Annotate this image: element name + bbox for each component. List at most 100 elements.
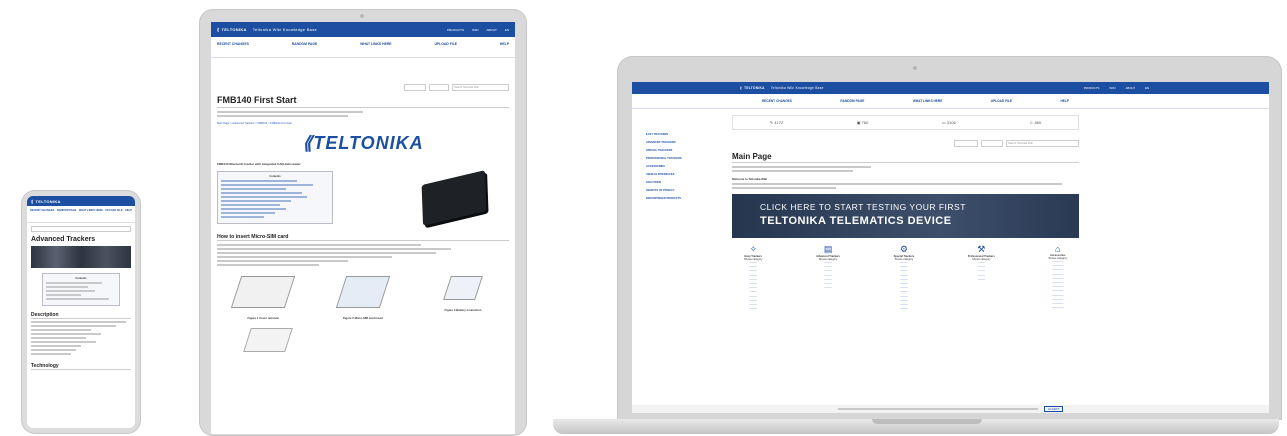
tablet-breadcrumb[interactable]: Main Page > Advanced Trackers > FMB140 >… <box>217 122 509 125</box>
tablet-logo[interactable]: ⟪ TELTONIKA Teltonika Wiki Knowledge Base <box>217 27 317 32</box>
figure-cover-removal: Figure 1 Cover removal <box>223 276 303 320</box>
accessories-icon: ⌂ <box>1055 244 1061 254</box>
header-products[interactable]: PRODUCTS <box>447 28 464 32</box>
cookie-accept-button[interactable]: ACCEPT <box>1043 406 1064 412</box>
nav-what-links[interactable]: WHAT LINKS HERE <box>360 42 391 52</box>
sidebar-discontinued[interactable]: DISCONTINUED PRODUCTS <box>646 195 726 203</box>
sidebar-accessories[interactable]: ACCESSORIES <box>646 163 726 171</box>
advanced-tracker-icon: ▤ <box>823 244 833 254</box>
sidebar-advanced-trackers[interactable]: ADVANCED TRACKERS <box>646 139 726 147</box>
phone-nav-recent[interactable]: RECENT CHANGES <box>30 209 54 219</box>
tablet-intro: FMB140 Bluetooth tracker with integrated… <box>217 162 301 166</box>
laptop-nav: RECENT CHANGES RANDOM PAGE WHAT LINKS HE… <box>632 94 1269 109</box>
category-special-trackers[interactable]: ⚙ Special Trackers Shows category ──── ──… <box>894 244 914 311</box>
laptop-page-title: Main Page <box>732 152 1079 163</box>
phone-nav-upload[interactable]: UPLOAD FILE <box>105 209 122 219</box>
category-professional-trackers[interactable]: ⚒ Professional Trackers Shows category ─… <box>968 244 995 311</box>
tablet-toc: Contents <box>217 171 333 224</box>
tablet-toc-title: Contents <box>269 175 281 178</box>
tablet-search-input[interactable]: Search Teltonika Wiki <box>452 84 509 91</box>
site-name: Teltonika Wiki Knowledge Base <box>770 86 824 90</box>
logo-icon: ⟪ <box>740 86 743 90</box>
site-name: Teltonika Wiki Knowledge Base <box>252 27 318 32</box>
phone-search-input[interactable] <box>31 226 131 232</box>
tablet-brand-logo: ⟪TELTONIKA <box>217 133 509 154</box>
banner-line2: TELTONIKA TELEMATICS DEVICE <box>760 215 952 227</box>
figure-sim-insert: Figure 2 Micro-SIM card insert <box>323 276 403 320</box>
nav-help[interactable]: HELP <box>1060 99 1069 108</box>
nav-help[interactable]: HELP <box>500 42 509 52</box>
stat-users: ☺ 869 <box>1029 120 1041 125</box>
phone-screen: ⟪ TELTONIKA RECENT CHANGES RANDOM PAGE WH… <box>27 196 135 428</box>
sidebar-vehicle-interfaces[interactable]: VEHICLE INTERFACES <box>646 171 726 179</box>
logo-text: TELTONIKA <box>313 133 424 153</box>
sidebar-objects-of-privacy[interactable]: OBJECTS OF PRIVACY <box>646 187 726 195</box>
laptop-main: ✎ 4172 ▣ 760 ▭ 3106 ☺ 869 Search Teltoni… <box>726 109 1269 311</box>
laptop-view-select[interactable] <box>954 140 978 147</box>
stat-files: ▭ 3106 <box>942 120 956 125</box>
phone-nav-help[interactable]: HELP <box>125 209 132 219</box>
laptop-header: ⟪ TELTONIKA Teltonika Wiki Knowledge Base … <box>632 82 1269 94</box>
laptop-logo[interactable]: ⟪ TELTONIKA Teltonika Wiki Knowledge Base <box>740 86 824 90</box>
laptop-welcome: Welcome to Teltonika Wiki <box>732 177 767 181</box>
phone-toc: Contents <box>42 273 120 306</box>
teltonika-logo-icon: ⟪ <box>302 133 314 153</box>
brand-name: TELTONIKA <box>35 198 61 204</box>
header-about[interactable]: ABOUT <box>1125 86 1135 90</box>
nav-recent-changes[interactable]: RECENT CHANGES <box>217 42 249 52</box>
laptop-tools-select[interactable] <box>981 140 1003 147</box>
logo-icon: ⟪ <box>217 27 220 32</box>
nav-upload[interactable]: UPLOAD FILE <box>434 42 457 52</box>
phone-section-description: Description <box>31 312 131 319</box>
phone-logo[interactable]: ⟪ TELTONIKA <box>31 199 61 204</box>
sidebar-professional-trackers[interactable]: PROFESSIONAL TRACKERS <box>646 155 726 163</box>
header-products[interactable]: PRODUCTS <box>1084 86 1100 90</box>
nav-random-page[interactable]: RANDOM PAGE <box>840 99 864 108</box>
easy-tracker-icon: ✧ <box>749 244 757 254</box>
pencil-icon: ✎ <box>769 120 774 125</box>
phone-nav-links[interactable]: WHAT LINKS HERE <box>79 209 103 219</box>
tablet-device-photo <box>343 170 509 226</box>
category-advanced-trackers[interactable]: ▤ Advanced Trackers Shows category ──── ─… <box>816 244 840 311</box>
logo-icon: ⟪ <box>31 198 34 204</box>
tablet-toolbar: Search Teltonika Wiki <box>211 84 515 91</box>
tablet-view-select[interactable] <box>404 84 426 91</box>
laptop-stats-bar: ✎ 4172 ▣ 760 ▭ 3106 ☺ 869 <box>732 115 1079 130</box>
stat-value: 4172 <box>774 120 784 125</box>
phone-hero-image <box>31 246 131 268</box>
header-about[interactable]: ABOUT <box>486 28 496 32</box>
laptop-notch <box>872 419 982 424</box>
sidebar-solutions[interactable]: SOLUTIONS <box>646 179 726 187</box>
banner-line1: CLICK HERE TO START TESTING YOUR FIRST <box>760 202 966 212</box>
phone-nav-random[interactable]: RANDOM PAGE <box>57 209 77 219</box>
nav-what-links[interactable]: WHAT LINKS HERE <box>913 99 943 108</box>
stat-value: 869 <box>1034 120 1042 125</box>
stat-value: 3106 <box>946 120 956 125</box>
tablet-tools-select[interactable] <box>429 84 449 91</box>
header-wiki[interactable]: WIKI <box>472 28 479 32</box>
folder-icon: ▭ <box>941 120 946 125</box>
sidebar-special-trackers[interactable]: SPECIAL TRACKERS <box>646 147 726 155</box>
header-lang[interactable]: EN <box>505 28 509 32</box>
nav-recent-changes[interactable]: RECENT CHANGES <box>762 99 792 108</box>
laptop-search-input[interactable]: Search Teltonika Wiki <box>1006 140 1079 147</box>
category-accessories[interactable]: ⌂ Accessories Shows category ────── ─────… <box>1049 244 1067 311</box>
tablet-camera <box>360 14 364 18</box>
nav-upload[interactable]: UPLOAD FILE <box>991 99 1012 108</box>
laptop-testing-banner[interactable]: CLICK HERE TO START TESTING YOUR FIRST T… <box>732 194 1079 238</box>
nav-random-page[interactable]: RANDOM PAGE <box>292 42 318 52</box>
laptop-sidebar: EASY TRACKERS ADVANCED TRACKERS SPECIAL … <box>632 109 726 311</box>
header-wiki[interactable]: WIKI <box>1109 86 1115 90</box>
laptop-cookie-bar: ACCEPT <box>632 405 1269 413</box>
sidebar-easy-trackers[interactable]: EASY TRACKERS <box>646 131 726 139</box>
special-tracker-icon: ⚙ <box>899 244 908 254</box>
header-lang[interactable]: EN <box>1145 86 1149 90</box>
brand-name: TELTONIKA <box>744 86 765 90</box>
figure-caption: Figure 2 Micro-SIM card insert <box>342 316 384 320</box>
tablet-figures: Figure 1 Cover removal Figure 2 Micro-SI… <box>217 276 509 320</box>
tablet-nav: RECENT CHANGES RANDOM PAGE WHAT LINKS HE… <box>211 37 515 58</box>
laptop-categories: ✧ Easy Trackers Shows category ──── ──── ─… <box>732 238 1079 311</box>
category-easy-trackers[interactable]: ✧ Easy Trackers Shows category ──── ──── ─… <box>744 244 762 311</box>
stat-images: ▣ 760 <box>857 120 869 125</box>
phone-header: ⟪ TELTONIKA <box>27 196 135 206</box>
